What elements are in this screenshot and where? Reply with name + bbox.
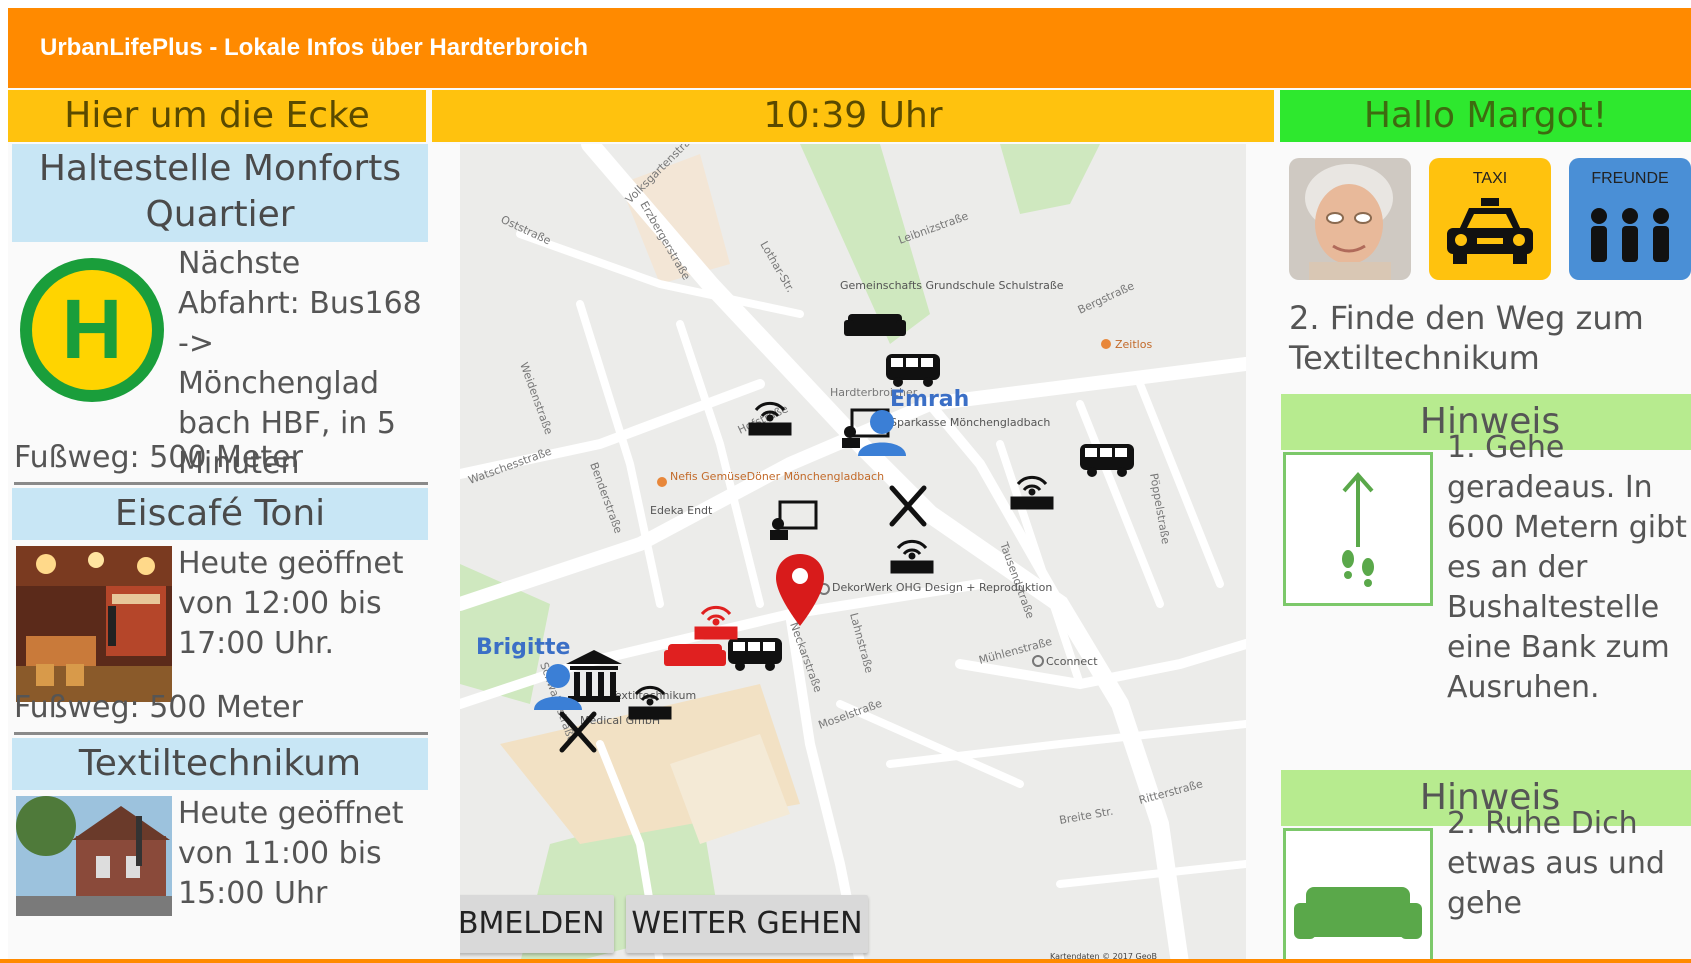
logout-button[interactable]: ABMELDEN [460,895,614,953]
time-header: 10:39 Uhr [432,90,1274,142]
taxi-button[interactable]: TAXI [1429,158,1551,280]
place-card-cafe[interactable]: Eiscafé Toni Heute geöffnet von 12:00 bi… [12,488,428,758]
poi-label: Nefis GemüseDöner Mönchengladbach [670,470,884,483]
place-walk-distance: Fußweg: 500 Meter [14,440,303,475]
poi-label: Gemeinschafts Grundschule Schulstraße [840,279,1064,292]
map-view[interactable]: Oststraße Volksgartenstraße Erzbergerstr… [460,144,1246,963]
friends-label: FREUNDE [1591,170,1669,187]
hint-text: 1. Gehe geradeaus. In 600 Metern gibt es… [1447,430,1687,705]
current-task: 2. Finde den Weg zum Textiltechnikum [1289,299,1644,377]
map-canvas[interactable]: Oststraße Volksgartenstraße Erzbergerstr… [460,144,1246,963]
place-card-bus-stop[interactable]: Haltestelle Monforts Quartier H Nächste … [12,144,428,514]
place-text: Heute geöffnet von 12:00 bis 17:00 Uhr. [178,546,404,661]
svg-text:H: H [62,282,123,376]
bus-stop-h-icon: H [20,258,164,402]
place-card-museum[interactable]: Textiltechnikum Heute geöffnet von 11:00… [12,738,428,963]
place-text: Heute geöffnet von 11:00 bis 15:00 Uhr [178,796,404,911]
poi-label: Cconnect [1046,655,1098,668]
poi-label: Edeka Endt [650,504,713,517]
place-title: Eiscafé Toni [12,488,428,540]
hint-icon-box [1283,828,1433,963]
taxi-icon [1447,198,1533,264]
bottom-bar [0,959,1691,963]
place-title: Haltestelle Monforts Quartier [12,144,428,242]
continue-button[interactable]: WEITER GEHEN [626,895,868,953]
left-header: Hier um die Ecke [8,90,426,142]
bench-marker-icon[interactable] [844,314,906,336]
person-name-label: Brigitte [476,635,570,660]
place-title: Textiltechnikum [12,738,428,790]
greeting-header: Hallo Margot! [1280,90,1691,142]
divider [14,732,428,735]
hint-icon-box [1283,452,1433,606]
taxi-label: TAXI [1472,170,1508,187]
app-frame: UrbanLifePlus - Lokale Infos über Hardte… [8,8,1691,963]
person-name-label: Emrah [890,387,969,412]
hint-text: 2. Ruhe Dich etwas aus und gehe [1447,806,1665,921]
poi-label: Zeitlos [1115,338,1152,351]
app-title: UrbanLifePlus - Lokale Infos über Hardte… [8,8,1691,88]
avatar[interactable] [1289,158,1411,280]
cafe-photo [16,546,172,702]
poi-label: DekorWerk OHG Design + Reproduktion [832,581,1052,594]
place-walk-distance: Fußweg: 500 Meter [14,690,303,725]
guidance-panel: TAXI FREUNDE 2. Finde den Weg zum Textil… [1279,144,1691,963]
divider [14,482,428,485]
sofa-icon [1294,887,1422,939]
museum-photo [16,796,172,916]
walk-straight-icon [1342,471,1374,587]
bench-marker-icon[interactable] [664,644,726,666]
nearby-list[interactable]: Haltestelle Monforts Quartier H Nächste … [12,144,428,963]
friends-button[interactable]: FREUNDE [1569,158,1691,280]
friends-icon [1591,208,1669,262]
poi-label: Sparkasse Mönchengladbach [890,416,1050,429]
